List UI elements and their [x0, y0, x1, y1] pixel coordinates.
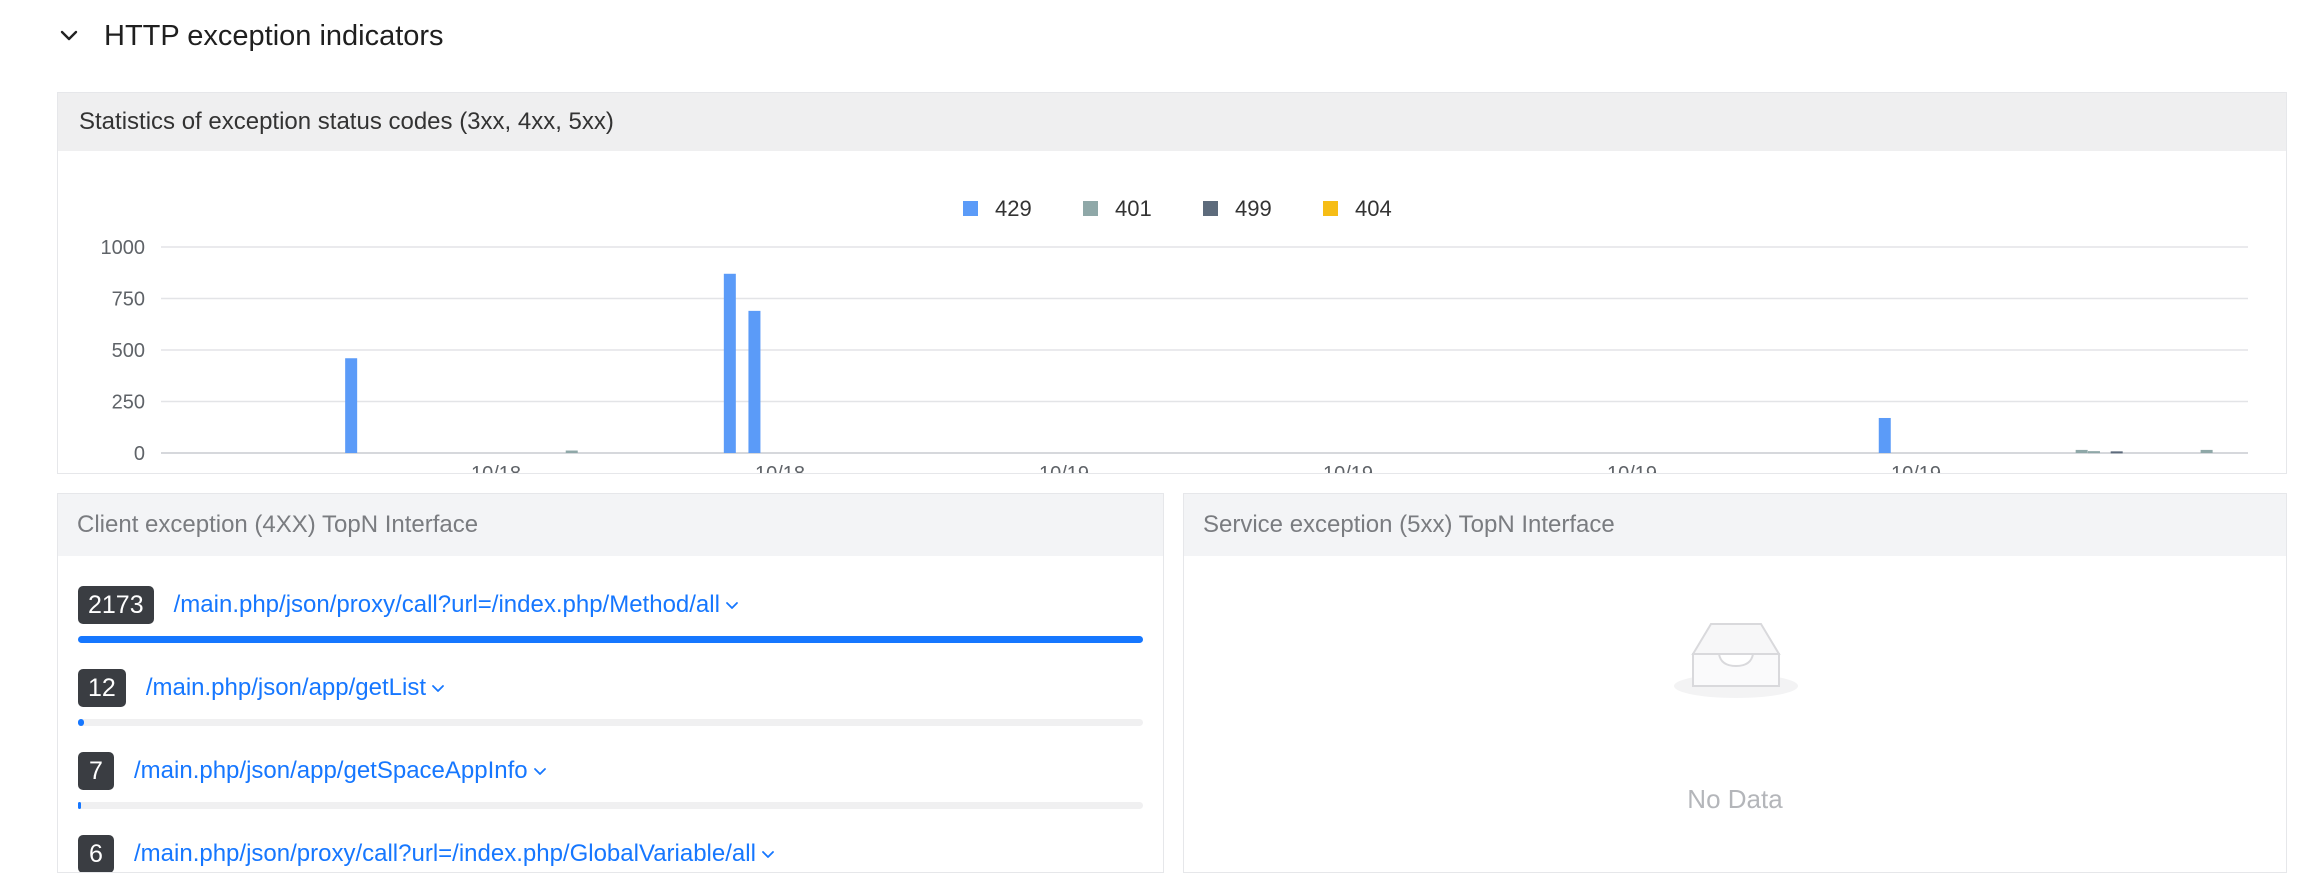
progress-fill	[78, 802, 82, 809]
legend-label-404: 404	[1355, 196, 1392, 221]
y-tick-label: 250	[112, 392, 145, 414]
y-tick-label: 750	[112, 289, 145, 311]
x-tick-date: 10/18	[471, 463, 521, 473]
section-title: HTTP exception indicators	[104, 19, 444, 52]
interface-link[interactable]: /main.php/json/proxy/call?url=/index.php…	[134, 840, 776, 868]
service-exception-title: Service exception (5xx) TopN Interface	[1184, 494, 2286, 556]
progress-track	[78, 719, 1143, 726]
y-tick-label: 1000	[101, 237, 146, 259]
legend-swatch-499	[1203, 201, 1218, 216]
progress-fill	[78, 636, 1143, 643]
interface-url[interactable]: /main.php/json/app/getSpaceAppInfo	[134, 757, 528, 784]
list-item-row: 6/main.php/json/proxy/call?url=/index.ph…	[78, 835, 1143, 872]
bar-429	[723, 273, 736, 453]
x-tick-date: 10/19	[1891, 463, 1941, 473]
list-item: 12/main.php/json/app/getList	[78, 669, 1143, 726]
status-code-chart: 0250500750100010/1814:0010/1819:0010/190…	[101, 196, 2248, 473]
service-exception-panel: Service exception (5xx) TopN Interface N…	[1183, 493, 2287, 873]
legend-swatch-429	[963, 201, 978, 216]
bar-401	[2087, 451, 2100, 454]
y-tick-label: 0	[134, 443, 145, 465]
legend-label-429: 429	[995, 196, 1032, 221]
list-item-row: 12/main.php/json/app/getList	[78, 669, 1143, 707]
progress-track	[78, 636, 1143, 643]
bar-429	[345, 358, 358, 453]
bar-401	[565, 450, 578, 453]
section-header[interactable]: HTTP exception indicators	[58, 14, 444, 58]
count-badge: 7	[78, 752, 114, 790]
chevron-down-icon[interactable]	[430, 683, 446, 695]
progress-fill	[78, 719, 84, 726]
inbox-icon	[1674, 623, 1798, 698]
progress-track	[78, 802, 1143, 809]
bar-429	[748, 310, 761, 453]
x-tick-date: 10/18	[755, 463, 805, 473]
empty-state: No Data	[1184, 556, 2286, 872]
legend-swatch-404	[1323, 201, 1338, 216]
interface-url[interactable]: /main.php/json/proxy/call?url=/index.php…	[174, 591, 720, 618]
interface-url[interactable]: /main.php/json/app/getList	[146, 674, 426, 701]
chevron-down-icon[interactable]	[724, 600, 740, 612]
bar-429	[1878, 417, 1891, 453]
list-item: 2173/main.php/json/proxy/call?url=/index…	[78, 586, 1143, 643]
client-exception-panel: Client exception (4XX) TopN Interface 21…	[57, 493, 1164, 873]
client-exception-title: Client exception (4XX) TopN Interface	[58, 494, 1163, 556]
x-tick-date: 10/19	[1323, 463, 1373, 473]
count-badge: 6	[78, 835, 114, 872]
x-tick-date: 10/19	[1607, 463, 1657, 473]
bar-499	[2110, 451, 2123, 454]
interface-link[interactable]: /main.php/json/app/getSpaceAppInfo	[134, 757, 548, 785]
legend-label-499: 499	[1235, 196, 1272, 221]
chart-title: Statistics of exception status codes (3x…	[58, 93, 2286, 151]
legend-label-401: 401	[1115, 196, 1152, 221]
list-item-row: 7/main.php/json/app/getSpaceAppInfo	[78, 752, 1143, 790]
chevron-down-icon[interactable]	[760, 849, 776, 861]
status-code-chart-card: Statistics of exception status codes (3x…	[57, 92, 2287, 474]
chevron-down-icon[interactable]	[58, 25, 80, 47]
interface-url[interactable]: /main.php/json/proxy/call?url=/index.php…	[134, 840, 756, 867]
count-badge: 12	[78, 669, 126, 707]
interface-link[interactable]: /main.php/json/proxy/call?url=/index.php…	[174, 591, 740, 619]
interface-link[interactable]: /main.php/json/app/getList	[146, 674, 446, 702]
list-item: 6/main.php/json/proxy/call?url=/index.ph…	[78, 835, 1143, 872]
y-tick-label: 500	[112, 340, 145, 362]
list-item-row: 2173/main.php/json/proxy/call?url=/index…	[78, 586, 1143, 624]
bar-401	[2075, 449, 2088, 453]
bar-401	[2200, 449, 2213, 453]
list-item: 7/main.php/json/app/getSpaceAppInfo	[78, 752, 1143, 809]
legend-swatch-401	[1083, 201, 1098, 216]
x-tick-date: 10/19	[1039, 463, 1089, 473]
count-badge: 2173	[78, 586, 154, 624]
chevron-down-icon[interactable]	[532, 766, 548, 778]
empty-text: No Data	[1687, 784, 1783, 814]
